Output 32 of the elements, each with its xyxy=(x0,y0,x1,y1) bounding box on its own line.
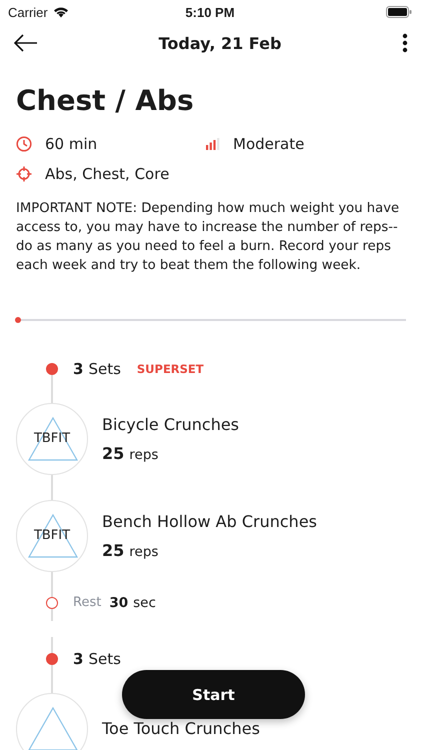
exercise-thumbnail[interactable] xyxy=(16,692,88,750)
exercise-reps: 25 reps xyxy=(102,540,160,560)
status-time: 5:10 PM xyxy=(185,4,235,20)
muscles-text: Abs, Chest, Core xyxy=(45,165,170,183)
intensity-text: Moderate xyxy=(233,135,304,153)
exercise-thumbnail[interactable]: TBFIT xyxy=(16,500,88,572)
timeline-dot xyxy=(46,652,58,664)
rest-duration: 30 sec xyxy=(109,594,156,610)
exercise-thumbnail[interactable]: TBFIT xyxy=(16,402,88,474)
set-count: 3 Sets xyxy=(73,650,121,668)
start-button[interactable]: Start xyxy=(122,670,305,719)
intensity-icon xyxy=(206,138,220,150)
rest-dot xyxy=(46,596,58,608)
exercise-name[interactable]: Toe Touch Crunches xyxy=(102,719,260,738)
carrier-label: Carrier xyxy=(8,4,48,20)
more-icon[interactable] xyxy=(402,33,408,53)
back-button[interactable] xyxy=(14,34,38,52)
battery-icon xyxy=(386,6,412,18)
clock-icon xyxy=(16,136,32,152)
exercise-reps: 25 reps xyxy=(102,444,160,462)
duration-text: 60 min xyxy=(45,135,98,153)
wifi-icon xyxy=(52,6,69,18)
rest-label: Rest xyxy=(73,595,102,610)
target-icon xyxy=(16,166,32,182)
superset-tag: SUPERSET xyxy=(136,362,204,376)
workout-note: IMPORTANT NOTE: Depending how much weight you have access to, you may have to increase the number of reps-- do as many as you need to feel a burn. Record your reps each week and try to beat them the following week. xyxy=(16,200,400,275)
exercise-name[interactable]: Bench Hollow Ab Crunches xyxy=(102,512,317,530)
header-title: Today, 21 Feb xyxy=(158,34,282,52)
workout-title: Chest / Abs xyxy=(16,84,195,117)
exercise-name[interactable]: Bicycle Crunches xyxy=(102,414,240,434)
set-count: 3 Sets xyxy=(73,360,121,378)
timeline-dot xyxy=(46,362,58,374)
